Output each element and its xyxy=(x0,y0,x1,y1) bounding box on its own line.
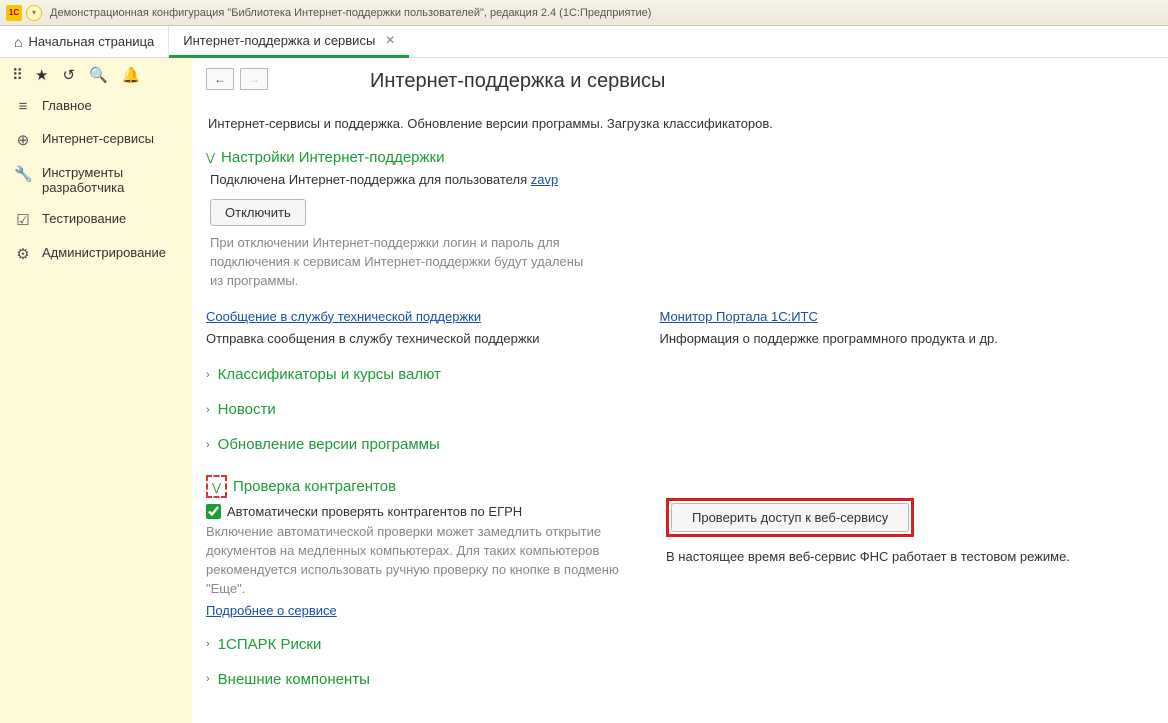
gear-icon: ⚙ xyxy=(14,245,32,263)
star-icon[interactable]: ★ xyxy=(35,66,48,84)
section-external-components[interactable]: › Внешние компоненты xyxy=(206,671,1144,688)
sidebar-item-label: Инструменты разработчика xyxy=(42,165,162,195)
dropdown-icon[interactable]: ▾ xyxy=(26,5,42,21)
section-news[interactable]: › Новости xyxy=(206,401,1144,418)
bell-icon[interactable]: 🔔 xyxy=(122,66,141,84)
nav-back-button[interactable]: ← xyxy=(206,68,234,90)
chevron-down-icon: ⋁ xyxy=(206,151,215,164)
checkbox-label: Автоматически проверять контрагентов по … xyxy=(227,504,522,519)
content-area: ← → Интернет-поддержка и сервисы Интерне… xyxy=(192,58,1168,723)
tab-internet-support[interactable]: Интернет-поддержка и сервисы ✕ xyxy=(169,26,409,58)
sidebar-item-dev-tools[interactable]: 🔧 Инструменты разработчика xyxy=(0,157,192,203)
expander-label: Обновление версии программы xyxy=(218,436,440,453)
history-icon[interactable]: ↺ xyxy=(62,66,75,84)
support-message-link[interactable]: Сообщение в службу технической поддержки xyxy=(206,309,481,324)
expander-label: Новости xyxy=(218,401,276,418)
search-icon[interactable]: 🔍 xyxy=(89,66,108,84)
wrench-icon: 🔧 xyxy=(14,165,32,183)
chevron-right-icon: › xyxy=(206,369,210,381)
sidebar-toolbar: ⠿ ★ ↺ 🔍 🔔 xyxy=(0,58,192,90)
section-update[interactable]: › Обновление версии программы xyxy=(206,436,1144,453)
window-title: Демонстрационная конфигурация "Библиотек… xyxy=(50,7,651,19)
chevron-right-icon: › xyxy=(206,673,210,685)
portal-monitor-link[interactable]: Монитор Портала 1С:ИТС xyxy=(659,309,817,324)
apps-icon[interactable]: ⠿ xyxy=(12,66,21,84)
check-webservice-button[interactable]: Проверить доступ к веб-сервису xyxy=(671,503,909,532)
sidebar-item-testing[interactable]: ☑ Тестирование xyxy=(0,203,192,237)
sidebar-item-internet-services[interactable]: ⊕ Интернет-сервисы xyxy=(0,123,192,157)
sidebar-item-label: Интернет-сервисы xyxy=(42,131,154,146)
check-icon: ☑ xyxy=(14,211,32,229)
auto-check-contragents-checkbox[interactable] xyxy=(206,504,221,519)
webservice-status-note: В настоящее время веб-сервис ФНС работае… xyxy=(666,549,1070,564)
service-more-link[interactable]: Подробнее о сервисе xyxy=(206,603,337,618)
disconnect-note: При отключении Интернет-поддержки логин … xyxy=(210,234,590,291)
globe-icon: ⊕ xyxy=(14,131,32,149)
chevron-down-icon: ⋁ xyxy=(212,482,221,494)
contragents-description: Включение автоматической проверки может … xyxy=(206,523,626,598)
tab-home-label: Начальная страница xyxy=(28,34,154,49)
menu-icon: ≡ xyxy=(14,98,32,115)
home-icon: ⌂ xyxy=(14,34,22,50)
tab-active-label: Интернет-поддержка и сервисы xyxy=(183,33,375,48)
sidebar: ⠿ ★ ↺ 🔍 🔔 ≡ Главное ⊕ Интернет-сервисы 🔧… xyxy=(0,58,192,723)
page-title: Интернет-поддержка и сервисы xyxy=(370,70,665,93)
portal-desc: Информация о поддержке программного прод… xyxy=(659,330,997,349)
connected-text: Подключена Интернет-поддержка для пользо… xyxy=(210,172,531,187)
nav-forward-button[interactable]: → xyxy=(240,68,268,90)
highlight-marker: ⋁ xyxy=(206,475,227,498)
disconnect-button[interactable]: Отключить xyxy=(210,199,306,226)
section-head-label: Настройки Интернет-поддержки xyxy=(221,149,444,166)
section-contragents-check[interactable]: Проверка контрагентов xyxy=(233,478,396,495)
tabs-row: ⌂ Начальная страница Интернет-поддержка … xyxy=(0,26,1168,58)
chevron-right-icon: › xyxy=(206,638,210,650)
close-icon[interactable]: ✕ xyxy=(385,33,395,47)
support-message-desc: Отправка сообщения в службу технической … xyxy=(206,330,539,349)
expander-label: Классификаторы и курсы валют xyxy=(218,366,441,383)
app-logo-icon: 1C xyxy=(6,5,22,21)
expander-label: 1СПАРК Риски xyxy=(218,636,322,653)
section-internet-support-settings[interactable]: ⋁ Настройки Интернет-поддержки xyxy=(206,149,1144,166)
chevron-right-icon: › xyxy=(206,404,210,416)
tab-home[interactable]: ⌂ Начальная страница xyxy=(0,26,169,58)
expander-label: Внешние компоненты xyxy=(218,671,370,688)
sidebar-item-label: Главное xyxy=(42,98,92,113)
highlighted-button-box: Проверить доступ к веб-сервису xyxy=(666,498,914,537)
window-titlebar: 1C ▾ Демонстрационная конфигурация "Библ… xyxy=(0,0,1168,26)
sidebar-item-administration[interactable]: ⚙ Администрирование xyxy=(0,237,192,271)
chevron-right-icon: › xyxy=(206,439,210,451)
user-link[interactable]: zavp xyxy=(531,172,558,187)
sidebar-item-label: Тестирование xyxy=(42,211,126,226)
section-classifiers[interactable]: › Классификаторы и курсы валют xyxy=(206,366,1144,383)
sidebar-item-label: Администрирование xyxy=(42,245,166,260)
page-subtitle: Интернет-сервисы и поддержка. Обновление… xyxy=(208,116,1144,131)
sidebar-item-main[interactable]: ≡ Главное xyxy=(0,90,192,123)
section-spark-risks[interactable]: › 1СПАРК Риски xyxy=(206,636,1144,653)
